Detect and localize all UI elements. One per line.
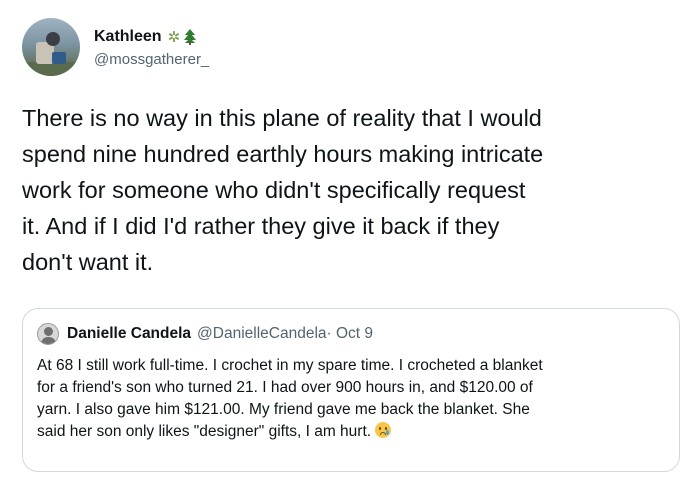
tweet-author: Kathleen ✲ @mossgatherer_ — [22, 18, 209, 76]
author-handle[interactable]: @mossgatherer_ — [94, 51, 209, 68]
quoted-author-handle[interactable]: @DanielleCandela — [197, 325, 326, 343]
tweet: Kathleen ✲ @mossgatherer_ There is no wa… — [0, 0, 700, 492]
quoted-tweet-date[interactable]: · Oct 9 — [327, 325, 374, 343]
quoted-author-display-name[interactable]: Danielle Candela — [67, 325, 191, 343]
herb-icon: ✲ — [167, 28, 181, 46]
tweet-text: There is no way in this plane of reality… — [22, 100, 682, 280]
quoted-text-line: yarn. I also gave him $121.00. My friend… — [37, 401, 530, 418]
tweet-text-line: it. And if I did I'd rather they give it… — [22, 213, 500, 239]
quoted-tweet-header: Danielle Candela @DanielleCandela · Oct … — [37, 323, 373, 345]
tweet-text-line: There is no way in this plane of reality… — [22, 105, 542, 131]
quoted-text-line-last: said her son only likes "designer" gifts… — [37, 421, 671, 443]
evergreen-tree-icon — [184, 29, 197, 45]
quoted-text-line: At 68 I still work full-time. I crochet … — [37, 357, 543, 374]
author-avatar[interactable] — [22, 18, 80, 76]
tweet-text-line: work for someone who didn't specifically… — [22, 177, 526, 203]
author-display-name[interactable]: Kathleen — [94, 28, 162, 46]
crying-face-icon — [375, 422, 392, 438]
tweet-text-line: don't want it. — [22, 249, 154, 275]
quoted-author-avatar[interactable] — [37, 323, 59, 345]
tweet-text-line: spend nine hundred earthly hours making … — [22, 141, 544, 167]
quoted-text-line: for a friend's son who turned 21. I had … — [37, 379, 533, 396]
quoted-tweet[interactable]: Danielle Candela @DanielleCandela · Oct … — [22, 308, 680, 472]
author-names: Kathleen ✲ @mossgatherer_ — [94, 28, 209, 68]
quoted-tweet-text: At 68 I still work full-time. I crochet … — [37, 355, 671, 443]
quoted-text-line: said her son only likes "designer" gifts… — [37, 423, 372, 440]
